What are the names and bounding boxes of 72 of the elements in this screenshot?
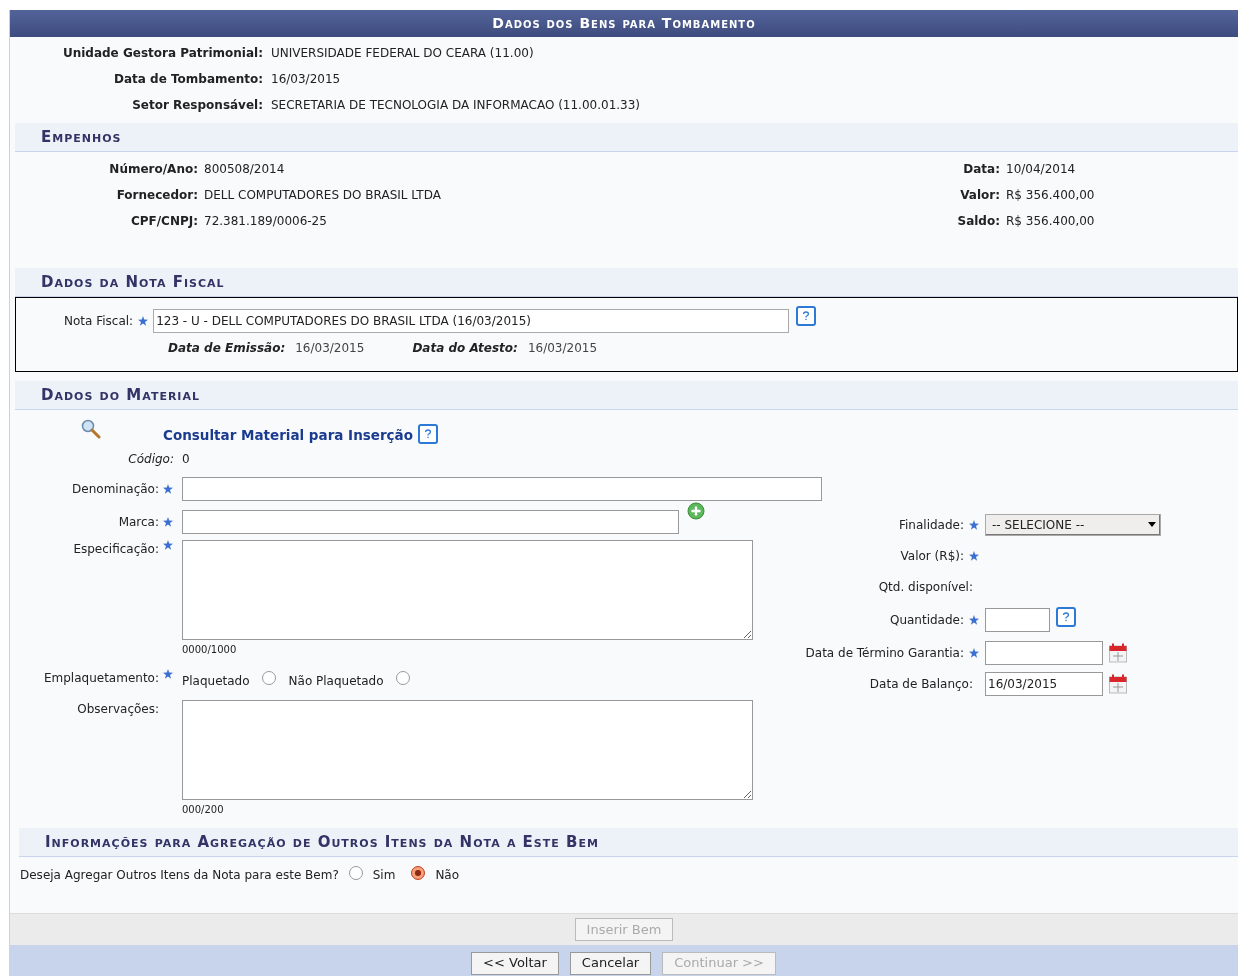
option-label: Não Plaquetado — [288, 672, 384, 690]
nav-button[interactable]: Cancelar — [569, 951, 652, 975]
option-label: Sim — [372, 867, 396, 884]
field-label: Marca: — [118, 513, 159, 531]
field-value: DELL COMPUTADORES DO BRASIL LTDA — [204, 187, 442, 204]
field-value: 800508/2014 — [204, 161, 286, 178]
field-value: 72.381.189/0006-25 — [204, 213, 328, 230]
help-icon[interactable] — [1056, 606, 1076, 627]
section-heading: Dados do Material — [15, 381, 1238, 410]
field-label: Data de Balanço: — [869, 675, 973, 693]
field-label: Emplaquetamento: — [44, 670, 159, 687]
field-label: Data do Atesto: — [412, 340, 518, 357]
field-label: Denominação: — [72, 480, 159, 498]
text-field[interactable] — [182, 476, 822, 501]
magnifier-icon[interactable] — [81, 419, 101, 439]
field-label: Valor: — [959, 187, 1000, 204]
field-label: Quantidade: — [889, 611, 964, 629]
date-field[interactable]: 16/03/2015 — [985, 671, 1103, 696]
calendar-icon[interactable] — [1109, 642, 1127, 663]
field-value: R$ 356.400,00 — [1006, 187, 1095, 204]
section-heading: Informações para Agregação de Outros Itens da Nota a Este Bem — [19, 828, 1238, 857]
radio-button[interactable] — [261, 671, 276, 685]
radio-button[interactable] — [395, 671, 410, 685]
character-counter: 0000/1000 — [182, 643, 238, 657]
quantity-field[interactable] — [985, 607, 1050, 632]
field-label: Observações: — [77, 701, 159, 718]
field-label: Data: — [962, 161, 1000, 178]
field-label: CPF/CNPJ: — [129, 213, 198, 230]
field-label: Data de Tombamento: — [113, 71, 263, 88]
field-value: SECRETARIA DE TECNOLOGIA DA INFORMACAO (11.00.01.33) — [271, 97, 642, 114]
field-label: Unidade Gestora Patrimonial: — [61, 45, 263, 62]
field-value: 0 — [182, 450, 190, 468]
page-title: Dados dos Bens para Tombamento — [10, 10, 1238, 37]
field-value: 16/03/2015 — [271, 71, 342, 88]
field-label: Fornecedor: — [115, 187, 198, 204]
field-label: Especificação: — [73, 541, 159, 558]
field-label: Nota Fiscal: — [64, 313, 134, 330]
field-label: Número/Ano: — [108, 161, 198, 178]
section-heading: Empenhos — [15, 123, 1238, 152]
question-text: Deseja Agregar Outros Itens da Nota para este Bem? — [20, 867, 339, 884]
nota-fiscal-field[interactable]: 123 - U - DELL COMPUTADORES DO BRASIL LTDA (16/03/2015) — [153, 309, 790, 333]
field-label: Saldo: — [956, 213, 1000, 230]
field-value: 10/04/2014 — [1006, 161, 1077, 178]
character-counter: 000/200 — [182, 803, 225, 817]
dropdown-arrow-icon — [1148, 522, 1156, 527]
help-icon[interactable] — [796, 306, 817, 326]
text-area[interactable] — [182, 540, 753, 640]
field-label: Valor (R$): — [900, 547, 964, 565]
add-icon[interactable] — [687, 501, 705, 520]
date-field[interactable] — [985, 640, 1103, 665]
help-icon[interactable] — [418, 424, 438, 444]
section-heading: Dados da Nota Fiscal — [15, 268, 1238, 297]
calendar-icon[interactable] — [1109, 673, 1127, 694]
option-label: Não — [435, 867, 460, 884]
nav-button[interactable]: << Voltar — [471, 951, 559, 975]
radio-button[interactable] — [348, 866, 363, 880]
field-value: R$ 356.400,00 — [1006, 213, 1095, 230]
radio-button[interactable] — [411, 866, 426, 880]
option-label: Plaquetado — [182, 672, 250, 690]
finalidade-dropdown[interactable]: -- SELECIONE -- — [985, 513, 1161, 536]
field-label: Data de Término Garantia: — [805, 644, 964, 662]
field-label: Qtd. disponível: — [878, 578, 973, 596]
field-value: 16/03/2015 — [295, 340, 365, 357]
field-label: Setor Responsável: — [131, 97, 263, 114]
consult-material-link[interactable]: Consultar Material para Inserção — [163, 424, 413, 445]
text-area[interactable] — [182, 700, 753, 800]
field-label: Data de Emissão: — [168, 340, 286, 357]
field-label: Código: — [127, 450, 174, 468]
field-value: 16/03/2015 — [527, 340, 598, 357]
field-label: Finalidade: — [899, 516, 964, 534]
field-value: UNIVERSIDADE FEDERAL DO CEARA (11.00) — [271, 45, 535, 62]
text-field[interactable] — [182, 509, 679, 534]
